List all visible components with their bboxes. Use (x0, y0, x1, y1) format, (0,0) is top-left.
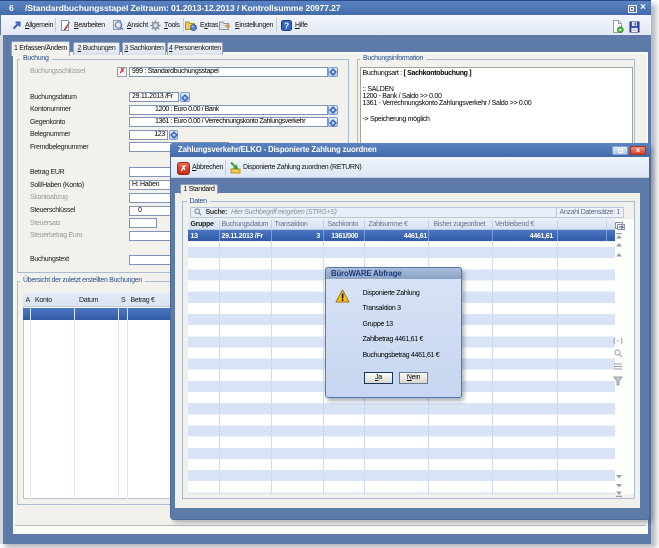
svg-text:?: ? (284, 20, 289, 30)
